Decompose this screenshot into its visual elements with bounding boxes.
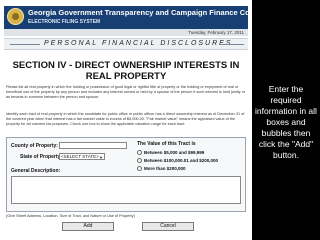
state-seal-icon bbox=[7, 8, 24, 25]
value-range-label-1: Between $5,000 and $99,999 bbox=[144, 150, 205, 155]
general-description-label: General Description: bbox=[11, 168, 61, 174]
county-label: County of Property: bbox=[11, 143, 58, 149]
section-bar: PERSONAL FINANCIAL DISCLOSURES bbox=[4, 38, 248, 50]
chevron-down-icon: ▼ bbox=[99, 155, 103, 160]
document-screenshot: Georgia Government Transparency and Camp… bbox=[0, 0, 252, 240]
general-description-textarea[interactable] bbox=[11, 176, 241, 204]
state-select[interactable]: <SELECT STATE> ▼ bbox=[59, 153, 105, 160]
instruction-callout: Enter the required information in all bo… bbox=[252, 0, 320, 240]
page-title: SECTION IV - DIRECT OWNERSHIP INTERESTS … bbox=[12, 60, 240, 82]
value-range-radio-2[interactable] bbox=[137, 158, 142, 163]
value-range-radio-3[interactable] bbox=[137, 166, 142, 171]
section-bar-title: PERSONAL FINANCIAL DISCLOSURES bbox=[44, 40, 233, 47]
site-title: Georgia Government Transparency and Camp… bbox=[28, 8, 252, 17]
date-bar: Tuesday, February 17, 2011 bbox=[4, 29, 248, 36]
value-range-label-3: More than $200,000 bbox=[144, 166, 186, 171]
state-select-value: <SELECT STATE> bbox=[61, 154, 99, 159]
divider-right bbox=[222, 44, 244, 45]
value-range-radio-1[interactable] bbox=[137, 150, 142, 155]
site-subtitle: ELECTRONIC FILING SYSTEM bbox=[28, 19, 101, 25]
divider-left bbox=[10, 44, 40, 45]
cancel-button[interactable]: Cancel bbox=[142, 222, 194, 231]
state-label: State of Property: bbox=[20, 154, 62, 160]
current-date: Tuesday, February 17, 2011 bbox=[188, 30, 244, 35]
address-hint: (Give Street Address, Location, Size of … bbox=[6, 214, 135, 218]
county-input[interactable] bbox=[59, 142, 127, 149]
add-button[interactable]: Add bbox=[62, 222, 114, 231]
instructions-paragraph-2: Identify each tract of real property in … bbox=[6, 112, 245, 126]
value-header: The Value of this Tract is bbox=[137, 141, 196, 147]
site-header: Georgia Government Transparency and Camp… bbox=[4, 6, 252, 29]
property-form: County of Property: State of Property: <… bbox=[6, 137, 246, 212]
value-range-label-2: Between $100,000.01 and $200,000 bbox=[144, 158, 219, 163]
callout-text: Enter the required information in all bo… bbox=[255, 84, 317, 160]
instructions-paragraph-1: Please list all real property in which t… bbox=[6, 85, 246, 99]
